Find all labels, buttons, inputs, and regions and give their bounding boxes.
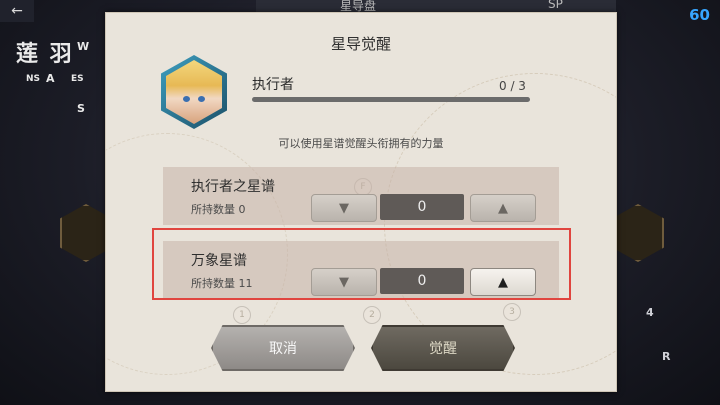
- quantity-display: 0: [380, 194, 464, 220]
- cancel-button[interactable]: 取消: [211, 325, 355, 371]
- highlight-box: [152, 228, 571, 300]
- compass-s: S: [77, 102, 85, 115]
- hint-glyph-r: R: [662, 350, 671, 363]
- hint-glyph-4: 4: [646, 306, 654, 319]
- compass-es: ES: [71, 74, 84, 84]
- awaken-progress-text: 0 / 3: [499, 79, 526, 93]
- hint-2: 2: [363, 306, 381, 324]
- compass-a: A: [46, 72, 55, 85]
- compass-ns: NS: [26, 74, 41, 84]
- awaken-progress-bar: [252, 97, 530, 102]
- awaken-dialog: 星导觉醒 执行者 0 / 3 可以使用星谱觉醒头衔拥有的力量 F 执行者之星谱 …: [105, 12, 617, 392]
- portrait-eye-right: [198, 96, 205, 102]
- top-tab-right-label: SP: [548, 0, 563, 11]
- dialog-title: 星导觉醒: [330, 35, 391, 53]
- dialog-description: 可以使用星谱觉醒头衔拥有的力量: [278, 137, 444, 150]
- hint-3: 3: [503, 303, 521, 321]
- fps-counter: 60: [689, 6, 710, 24]
- character-name: 执行者: [252, 77, 294, 93]
- right-skill-icon[interactable]: [612, 204, 664, 262]
- increase-button[interactable]: ▲: [470, 194, 536, 222]
- hint-1: 1: [233, 306, 251, 324]
- back-icon[interactable]: ←: [0, 0, 34, 22]
- portrait-eye-left: [183, 96, 190, 102]
- awaken-button[interactable]: 觉醒: [371, 325, 515, 371]
- item-name: 执行者之星谱: [191, 179, 275, 195]
- decrease-button[interactable]: ▼: [311, 194, 377, 222]
- character-portrait: [161, 55, 227, 129]
- item-owned: 所持数量 0: [191, 203, 246, 216]
- item-panel-executor: 执行者之星谱 所持数量 0 ▼ 0 ▲: [163, 167, 559, 225]
- compass-w: W: [77, 40, 90, 53]
